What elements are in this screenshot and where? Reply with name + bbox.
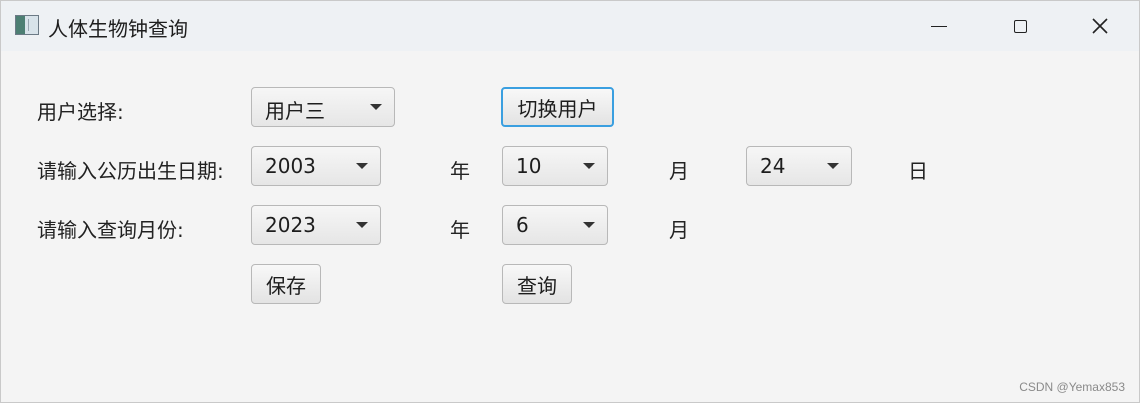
dropdown-arrow-icon [583,222,595,228]
birth-day-value: 24 [760,154,786,178]
query-year-combo[interactable]: 2023 [251,205,381,245]
query-month-label: 请输入查询月份: [37,218,184,242]
maximize-button[interactable] [980,1,1060,51]
minimize-button[interactable] [899,1,979,51]
query-month-value: 6 [516,213,529,237]
save-button[interactable]: 保存 [251,264,321,304]
query-year-unit: 年 [450,218,470,242]
window-title: 人体生物钟查询 [48,17,188,41]
query-month-unit: 月 [669,218,689,242]
user-select-combo[interactable]: 用户三 [251,87,395,127]
birth-date-label: 请输入公历出生日期: [37,159,224,183]
watermark: CSDN @Yemax853 [1019,380,1125,394]
birth-day-unit: 日 [908,159,928,183]
birth-day-combo[interactable]: 24 [746,146,852,186]
close-button[interactable] [1060,1,1140,51]
birth-year-value: 2003 [265,154,316,178]
birth-year-unit: 年 [450,159,470,183]
minimize-icon [931,25,947,27]
app-icon [15,15,39,35]
query-button[interactable]: 查询 [502,264,572,304]
birth-month-combo[interactable]: 10 [502,146,608,186]
dropdown-arrow-icon [356,163,368,169]
dropdown-arrow-icon [356,222,368,228]
dropdown-arrow-icon [827,163,839,169]
query-month-combo[interactable]: 6 [502,205,608,245]
dropdown-arrow-icon [583,163,595,169]
maximize-icon [1013,19,1027,33]
app-window: 人体生物钟查询 用户选择: 用户三 切换用户 请输入公历出生日期: 2003 年… [0,0,1140,403]
query-year-value: 2023 [265,213,316,237]
switch-user-button[interactable]: 切换用户 [501,87,614,127]
dropdown-arrow-icon [370,104,382,110]
birth-month-value: 10 [516,154,542,178]
close-icon [1092,18,1108,34]
birth-month-unit: 月 [669,159,689,183]
user-select-label: 用户选择: [37,100,124,124]
title-bar[interactable]: 人体生物钟查询 [1,1,1139,51]
user-select-value: 用户三 [265,99,325,123]
birth-year-combo[interactable]: 2003 [251,146,381,186]
